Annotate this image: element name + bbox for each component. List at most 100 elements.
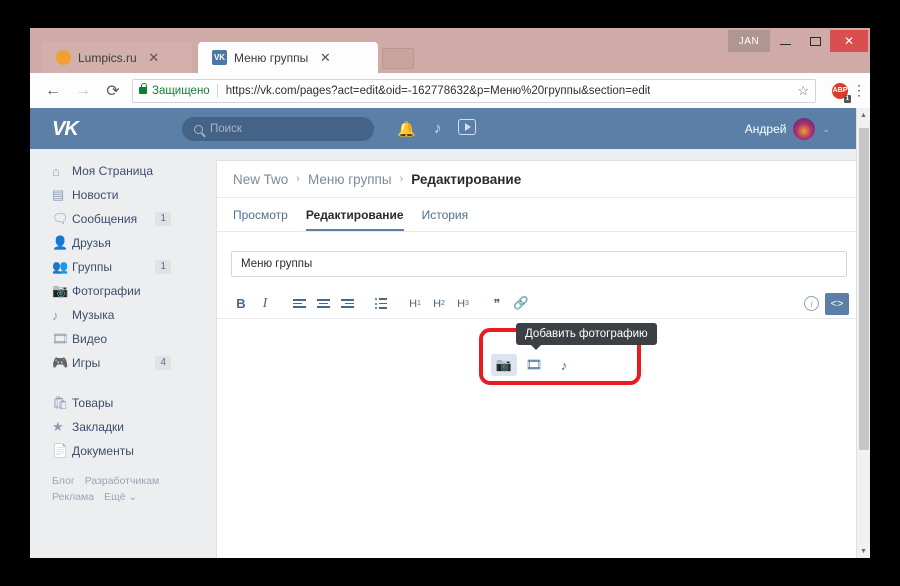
browser-menu-icon[interactable]: ⋮	[848, 82, 870, 99]
bell-icon[interactable]: 🔔	[397, 120, 416, 138]
link-icon[interactable]: 🔗	[509, 293, 533, 315]
address-bar[interactable]: Защищено https://vk.com/pages?act=edit&o…	[132, 78, 816, 103]
align-center-icon[interactable]	[311, 293, 335, 315]
sidebar-item-groups[interactable]: 👥 Группы 1	[30, 255, 185, 279]
h3-label: H	[457, 297, 466, 310]
browser-window: JAN ✕ Lumpics.ru ✕ VK Меню группы ✕ ← → …	[30, 28, 870, 558]
breadcrumb-root[interactable]: New Two	[233, 172, 288, 187]
sidebar-item-my-page[interactable]: ⌂ Моя Страница	[30, 159, 185, 183]
sidebar-item-label: Фотографии	[72, 284, 141, 298]
sidebar-item-documents[interactable]: 📄 Документы	[30, 439, 185, 463]
sidebar-item-photos[interactable]: 📷 Фотографии	[30, 279, 185, 303]
camera-icon: 📷	[52, 283, 69, 298]
extension-label: ABP	[832, 87, 848, 94]
tab-title: Меню группы	[234, 50, 309, 65]
tab-close-icon[interactable]: ✕	[147, 50, 161, 66]
editor-toolbar: B I H1 H2 H3 ❞ 🔗 i <>	[217, 289, 861, 319]
sidebar-item-label: Музыка	[72, 308, 115, 322]
news-icon: ▤	[52, 187, 65, 202]
page-title-input[interactable]: Меню группы	[231, 251, 847, 277]
sidebar-item-label: Друзья	[72, 236, 111, 250]
add-video-button[interactable]: 🎞	[521, 354, 547, 376]
add-photo-tooltip: Добавить фотографию	[516, 323, 657, 350]
tab-strip: Lumpics.ru ✕ VK Меню группы ✕	[30, 42, 870, 73]
footer-link-blog[interactable]: Блог	[52, 475, 75, 487]
scroll-up-icon[interactable]: ▲	[857, 108, 870, 122]
code-view-button[interactable]: <>	[825, 292, 849, 315]
tab-lumpics[interactable]: Lumpics.ru ✕	[42, 42, 192, 73]
search-input[interactable]: Поиск	[182, 117, 374, 141]
breadcrumb-middle[interactable]: Меню группы	[308, 172, 392, 187]
page-viewport: VK Поиск 🔔 ♪ Андрей ⌄ ⌂ Моя Страница ▤ Н…	[30, 108, 870, 558]
new-tab-button[interactable]	[382, 48, 414, 69]
footer-link-developers[interactable]: Разработчикам	[85, 475, 160, 487]
sidebar-item-bookmarks[interactable]: ★ Закладки	[30, 415, 185, 439]
reload-icon[interactable]: ⟳	[98, 81, 128, 101]
footer-link-more[interactable]: Ещё ⌄	[104, 491, 137, 503]
heading1-button[interactable]: H1	[403, 293, 427, 315]
align-right-icon[interactable]	[335, 293, 359, 315]
h2-label: H	[433, 297, 442, 310]
sidebar-item-friends[interactable]: 👤 Друзья	[30, 231, 185, 255]
tab-edit[interactable]: Редактирование	[305, 199, 404, 231]
tab-menu-gruppy[interactable]: VK Меню группы ✕	[198, 42, 378, 73]
sidebar-footer-links: Блог Разработчикам Реклама Ещё ⌄	[30, 473, 185, 505]
search-icon	[194, 124, 203, 134]
sidebar-item-label: Сообщения	[72, 212, 138, 226]
h2-sub: 2	[441, 300, 445, 307]
scroll-down-icon[interactable]: ▼	[857, 544, 870, 558]
user-menu[interactable]: Андрей ⌄	[745, 118, 830, 140]
bag-icon: 🛍	[52, 395, 69, 410]
h1-label: H	[409, 297, 418, 310]
document-icon: 📄	[52, 443, 69, 458]
editor-toolbar-right: i <>	[804, 292, 861, 315]
tab-preview[interactable]: Просмотр	[233, 199, 288, 230]
vk-header: VK Поиск 🔔 ♪ Андрей ⌄	[30, 108, 856, 149]
list-icon[interactable]	[369, 293, 393, 315]
url-text: https://vk.com/pages?act=edit&oid=-16277…	[225, 84, 651, 97]
sidebar-item-goods[interactable]: 🛍 Товары	[30, 391, 185, 415]
sidebar-item-label: Моя Страница	[72, 164, 154, 178]
back-icon[interactable]: ←	[38, 82, 68, 100]
screenshot-frame: JAN ✕ Lumpics.ru ✕ VK Меню группы ✕ ← → …	[0, 0, 900, 586]
info-icon[interactable]: i	[804, 296, 819, 311]
breadcrumb: New Two › Меню группы › Редактирование	[217, 161, 861, 198]
music-icon[interactable]: ♪	[434, 120, 442, 137]
video-icon[interactable]	[458, 119, 476, 135]
home-icon: ⌂	[52, 163, 60, 179]
sidebar-item-messages[interactable]: 🗨 Сообщения 1	[30, 207, 185, 231]
bookmark-star-icon[interactable]: ☆	[789, 83, 809, 99]
tab-close-icon[interactable]: ✕	[318, 50, 332, 66]
align-left-icon[interactable]	[287, 293, 311, 315]
adblock-extension-icon[interactable]: ABP 1	[832, 82, 851, 103]
sidebar-item-label: Документы	[72, 444, 134, 458]
browser-toolbar: ← → ⟳ Защищено https://vk.com/pages?act=…	[30, 73, 870, 108]
star-icon: ★	[52, 419, 64, 434]
tab-history[interactable]: История	[422, 199, 469, 230]
quote-button[interactable]: ❞	[485, 293, 509, 315]
italic-button[interactable]: I	[253, 293, 277, 315]
page-scrollbar[interactable]: ▲ ▼	[856, 108, 870, 558]
chevron-down-icon: ⌄	[822, 123, 830, 134]
sidebar-item-video[interactable]: 🎞 Видео	[30, 327, 185, 351]
heading2-button[interactable]: H2	[427, 293, 451, 315]
add-photo-button[interactable]: 📷	[491, 354, 517, 376]
badge-count: 1	[155, 212, 171, 226]
add-audio-button[interactable]: ♪	[551, 354, 577, 376]
gamepad-icon: 🎮	[52, 355, 69, 370]
omnibox-divider	[216, 83, 218, 98]
sidebar-item-label: Закладки	[72, 420, 124, 434]
sidebar-item-label: Видео	[72, 332, 108, 346]
bold-button[interactable]: B	[229, 293, 253, 315]
scrollbar-thumb[interactable]	[859, 128, 869, 450]
h3-sub: 3	[465, 300, 469, 307]
footer-link-ads[interactable]: Реклама	[52, 491, 94, 503]
sidebar-item-news[interactable]: ▤ Новости	[30, 183, 185, 207]
heading3-button[interactable]: H3	[451, 293, 475, 315]
breadcrumb-separator: ›	[296, 173, 300, 185]
person-icon: 👤	[52, 235, 69, 250]
sidebar-item-games[interactable]: 🎮 Игры 4	[30, 351, 185, 375]
sidebar-item-music[interactable]: ♪ Музыка	[30, 303, 185, 327]
vk-logo[interactable]: VK	[52, 118, 79, 141]
people-icon: 👥	[52, 259, 69, 274]
